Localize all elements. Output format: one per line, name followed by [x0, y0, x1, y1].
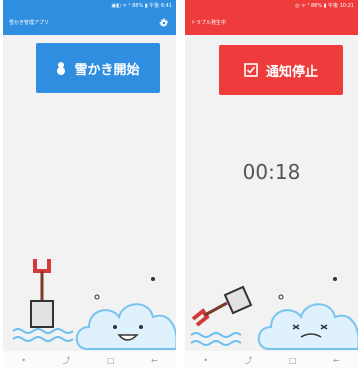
nav-dot[interactable]: •: [203, 356, 208, 365]
snow-shovel-illustration: [12, 259, 176, 350]
nav-dot[interactable]: •: [21, 356, 26, 365]
app-bar: 雪かき管理アプリ: [3, 10, 176, 35]
system-nav-bar: • ⤴ □ ←: [185, 351, 358, 369]
nav-recents-icon[interactable]: ⤴: [62, 355, 70, 366]
start-snow-removal-button[interactable]: 雪かき開始: [36, 43, 160, 93]
status-bar: ◎ ᯤ ⁴ 88% ▮ 午後 10:21: [185, 0, 358, 10]
fallen-shovel-illustration: [190, 277, 358, 350]
app-bar: トラブル発生中: [185, 10, 358, 35]
nav-back-icon[interactable]: ←: [151, 356, 158, 365]
status-text: ◎ ᯤ ⁴ 88% ▮ 午後 10:21: [295, 2, 354, 9]
checkbox-icon: [244, 63, 258, 77]
gear-icon[interactable]: [158, 17, 170, 29]
stop-notification-button[interactable]: 通知停止: [219, 45, 343, 95]
start-button-label: 雪かき開始: [74, 62, 140, 78]
status-text: ▣◧ ᯤ ⁴ 88% ▮ 午後 8:41: [111, 2, 172, 9]
elapsed-timer: 00:18: [242, 160, 301, 184]
phone-screen-alert: ◎ ᯤ ⁴ 88% ▮ 午後 10:21 トラブル発生中 通知停止 00:18 …: [185, 0, 358, 369]
nav-recents-icon[interactable]: ⤴: [244, 355, 252, 366]
snowman-icon: [56, 61, 66, 75]
nav-home-icon[interactable]: □: [107, 356, 115, 365]
stop-button-label: 通知停止: [265, 64, 318, 80]
system-nav-bar: • ⤴ □ ←: [3, 351, 176, 369]
status-bar: ▣◧ ᯤ ⁴ 88% ▮ 午後 8:41: [3, 0, 176, 10]
phone-screen-start: ▣◧ ᯤ ⁴ 88% ▮ 午後 8:41 雪かき管理アプリ 雪かき開始 • ⤴ …: [3, 0, 176, 369]
app-title: トラブル発生中: [191, 20, 227, 26]
nav-back-icon[interactable]: ←: [333, 356, 340, 365]
app-title: 雪かき管理アプリ: [9, 20, 50, 26]
nav-home-icon[interactable]: □: [289, 356, 297, 365]
